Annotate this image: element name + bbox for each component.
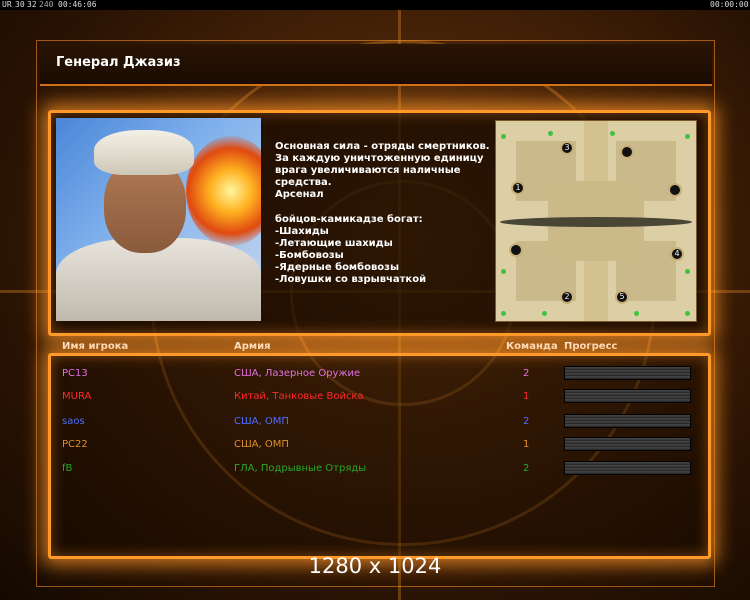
start-position-1: 1 bbox=[511, 181, 525, 195]
fps-value-3: 240 bbox=[39, 0, 54, 9]
top-status-bar: UR 30 32 240 00:46:06 00:00:00 bbox=[0, 0, 750, 10]
start-position-2: 2 bbox=[560, 290, 574, 304]
right-time: 00:00:00 bbox=[710, 0, 749, 9]
player-name: PC22 bbox=[62, 439, 88, 450]
table-row: MURA Китай, Танковые Войска 1 bbox=[0, 389, 750, 407]
player-team: 2 bbox=[523, 368, 530, 379]
player-team: 2 bbox=[523, 416, 530, 427]
header-progress: Прогресс bbox=[564, 341, 618, 352]
table-row: saos США, ОМП 2 bbox=[0, 414, 750, 432]
player-army: США, ОМП bbox=[234, 439, 289, 450]
supply-gem bbox=[634, 311, 639, 316]
general-description: Основная сила - отряды смертников. За ка… bbox=[275, 141, 490, 286]
player-name: fB bbox=[62, 463, 73, 474]
general-title: Генерал Джазиз bbox=[56, 55, 181, 70]
player-army: США, ОМП bbox=[234, 416, 289, 427]
supply-gem bbox=[542, 311, 547, 316]
table-row: PC13 США, Лазерное Оружие 2 bbox=[0, 366, 750, 384]
map-preview: 3 1 4 2 5 bbox=[495, 120, 697, 322]
start-position-5: 5 bbox=[615, 290, 629, 304]
fps-value-1: 30 bbox=[15, 0, 25, 9]
map-river bbox=[500, 217, 692, 227]
player-progress-bar bbox=[564, 389, 691, 403]
supply-gem bbox=[501, 269, 506, 274]
supply-gem bbox=[685, 134, 690, 139]
player-progress-bar bbox=[564, 366, 691, 380]
header-team: Команда bbox=[506, 341, 558, 352]
player-team: 1 bbox=[523, 439, 530, 450]
supply-gem bbox=[501, 134, 506, 139]
header-army: Армия bbox=[234, 341, 271, 352]
fps-label: UR bbox=[2, 0, 12, 9]
oil-derrick bbox=[668, 183, 682, 197]
supply-gem bbox=[685, 311, 690, 316]
header-player-name: Имя игрока bbox=[62, 341, 129, 352]
fps-value-2: 32 bbox=[27, 0, 37, 9]
player-name: saos bbox=[62, 416, 85, 427]
elapsed-time: 00:46:06 bbox=[58, 0, 97, 9]
oil-derrick bbox=[509, 243, 523, 257]
player-progress-bar bbox=[564, 414, 691, 428]
player-progress-bar bbox=[564, 461, 691, 475]
general-portrait bbox=[56, 118, 261, 321]
player-team: 1 bbox=[523, 391, 530, 402]
start-position-3: 3 bbox=[560, 141, 574, 155]
player-army: Китай, Танковые Войска bbox=[234, 391, 364, 402]
oil-derrick bbox=[620, 145, 634, 159]
player-progress-bar bbox=[564, 437, 691, 451]
supply-gem bbox=[501, 311, 506, 316]
supply-gem bbox=[548, 131, 553, 136]
start-position-4: 4 bbox=[670, 247, 684, 261]
headwrap-graphic bbox=[94, 130, 194, 175]
player-team: 2 bbox=[523, 463, 530, 474]
explosion-graphic bbox=[186, 136, 261, 246]
player-name: MURA bbox=[62, 391, 92, 402]
supply-gem bbox=[610, 131, 615, 136]
supply-gem bbox=[685, 269, 690, 274]
player-army: США, Лазерное Оружие bbox=[234, 368, 361, 379]
table-row: fB ГЛА, Подрывные Отряды 2 bbox=[0, 461, 750, 479]
table-row: PC22 США, ОМП 1 bbox=[0, 437, 750, 455]
player-name: PC13 bbox=[62, 368, 88, 379]
resolution-label: 1280 x 1024 bbox=[308, 554, 442, 578]
player-army: ГЛА, Подрывные Отряды bbox=[234, 463, 367, 474]
